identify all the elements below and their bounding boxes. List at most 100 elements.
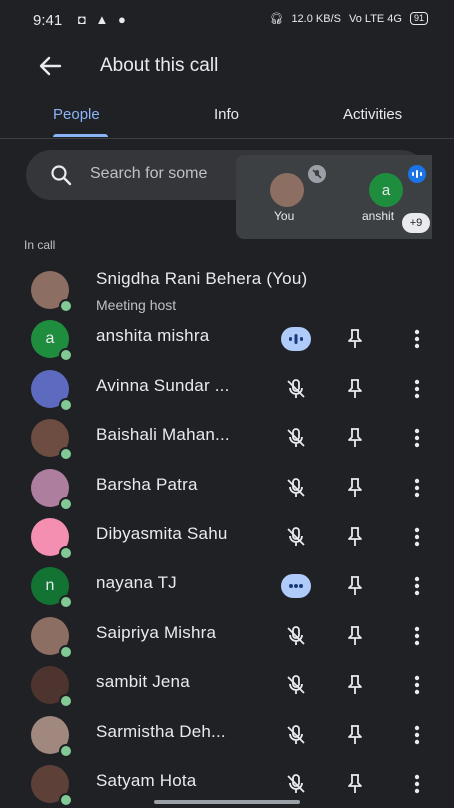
mic-off-icon [283,722,309,748]
pin-icon[interactable] [342,376,368,402]
pin-icon[interactable] [342,573,368,599]
more-vert-icon[interactable] [404,722,430,748]
search-icon [50,164,72,186]
mic-off-icon [283,475,309,501]
pin-icon[interactable] [342,672,368,698]
more-vert-icon[interactable] [404,475,430,501]
other-tile-avatar: a [369,173,403,207]
participant-row[interactable]: Dibyasmita Sahu [0,512,454,561]
online-status-dot [59,546,73,560]
online-status-dot [59,397,73,412]
participant-name: Dibyasmita Sahu [96,524,228,543]
avatar-container [31,369,73,412]
pin-icon[interactable] [342,771,368,797]
avatar-container [31,271,73,313]
participant-tiles-overlay[interactable]: You a anshit +9 [236,155,432,239]
more-vert-icon[interactable] [404,376,430,402]
more-vert-icon[interactable] [404,771,430,797]
online-status-dot [59,743,73,758]
online-status-dot [59,694,73,709]
battery-icon: 91 [409,12,428,25]
pin-icon[interactable] [342,623,368,649]
avatar-container [31,715,73,758]
participant-row[interactable]: Saipriya Mishra [0,611,454,660]
mic-off-icon [283,524,309,550]
network-speed: 12.0 KB/S [291,12,341,25]
participant-row[interactable]: Snigdha Rani Behera (You) Meeting host [0,265,454,314]
online-status-dot [59,644,73,659]
participant-name: Saipriya Mishra [96,622,217,642]
participant-role: Meeting host [96,297,177,313]
avatar-container [31,616,73,659]
status-bar: 9:41 ◘ ▲ ● 🎧︎ 12.0 KB/S Vo LTE 4G 91 [0,0,454,40]
participant-name: Baishali Mahan... [96,425,230,445]
mic-off-icon [283,771,309,797]
more-vert-icon[interactable] [404,672,430,698]
pin-icon[interactable] [342,425,368,451]
avatar-container [31,518,73,560]
mic-off-icon [308,165,326,183]
extra-participants-badge: +9 [402,213,430,233]
online-status-dot [59,299,73,313]
self-tile-avatar [270,173,304,207]
tab-people[interactable]: People [53,106,100,123]
status-time: 9:41 [33,12,63,29]
app-bar: About this call [0,44,454,88]
notification-icons: ◘ ▲ ● [78,12,129,27]
pin-icon[interactable] [342,475,368,501]
page-title: About this call [100,55,219,76]
avatar-container [31,666,73,709]
online-status-dot [59,595,73,610]
participant-name: anshita mishra [96,326,210,346]
more-vert-icon[interactable] [404,623,430,649]
participant-name: sambit Jena [96,672,190,692]
more-vert-icon[interactable] [404,425,430,451]
participant-row[interactable]: Sarmistha Deh... [0,710,454,759]
pin-icon[interactable] [342,524,368,550]
participant-name: Satyam Hota [96,771,197,790]
avatar-container: a [31,320,73,363]
avatar-container [31,419,73,462]
audio-level-icon [281,574,311,599]
participant-row[interactable]: Avinna Sundar ... [0,364,454,413]
participant-row[interactable]: n nayana TJ [0,561,454,610]
section-label-in-call: In call [24,238,56,252]
online-status-dot [59,496,73,511]
participant-row[interactable]: Barsha Patra [0,463,454,512]
home-indicator [154,800,300,804]
mic-off-icon [283,425,309,451]
participant-name: nayana TJ [96,573,177,593]
pin-icon[interactable] [342,722,368,748]
tab-activities[interactable]: Activities [343,106,402,123]
arrow-left-icon[interactable] [36,54,64,78]
audio-level-icon [408,165,426,183]
system-icons: 🎧︎ 12.0 KB/S Vo LTE 4G 91 [269,12,428,25]
pin-icon[interactable] [342,326,368,352]
more-vert-icon[interactable] [404,326,430,352]
mic-off-icon [283,672,309,698]
headset-icon: 🎧︎ [269,13,284,25]
participant-row[interactable]: Baishali Mahan... [0,413,454,462]
tab-indicator [53,134,108,137]
audio-level-icon [281,327,311,352]
tab-info[interactable]: Info [214,106,239,123]
participant-row[interactable]: a anshita mishra [0,314,454,363]
online-status-dot [59,793,73,807]
more-vert-icon[interactable] [404,573,430,599]
avatar-container: n [31,567,73,610]
participant-row[interactable]: sambit Jena [0,660,454,709]
participant-name: Snigdha Rani Behera (You) [96,269,308,288]
participant-name: Barsha Patra [96,474,198,494]
network-labels: Vo LTE 4G [348,12,402,25]
other-tile-label: anshit [362,209,395,223]
avatar-container [31,765,73,807]
mic-off-icon [283,376,309,402]
self-tile-label: You [274,209,295,223]
search-placeholder: Search for some [90,165,208,182]
more-vert-icon[interactable] [404,524,430,550]
tab-bar: People Info Activities [0,100,454,139]
mic-off-icon [283,623,309,649]
avatar-container [31,468,73,511]
online-status-dot [59,348,73,363]
participant-name: Avinna Sundar ... [96,375,230,395]
